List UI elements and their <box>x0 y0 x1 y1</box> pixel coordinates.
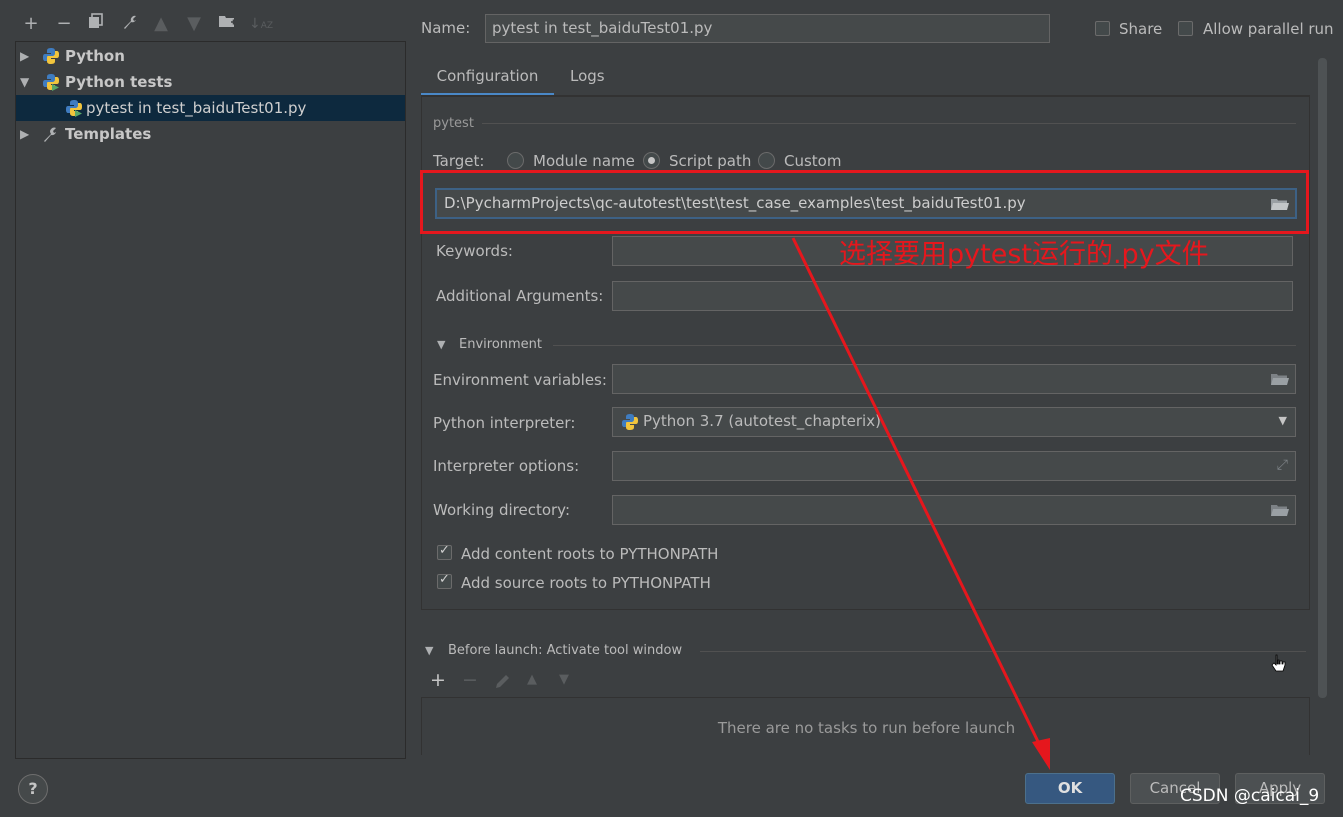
add-content-roots-label: Add content roots to PYTHONPATH <box>461 545 719 563</box>
tree-item-label: Templates <box>65 125 152 143</box>
copy-icon[interactable] <box>86 13 106 35</box>
tree-item-templates[interactable]: ▶ Templates <box>16 121 405 147</box>
chevron-down-icon[interactable]: ▼ <box>437 338 445 351</box>
section-divider <box>482 123 1296 124</box>
script-path-radio[interactable] <box>643 152 660 169</box>
module-name-label: Module name <box>533 152 635 170</box>
python-tests-icon <box>43 74 59 91</box>
move-up-icon[interactable]: ▲ <box>527 672 537 687</box>
tree-item-label: pytest in test_baiduTest01.py <box>86 99 307 117</box>
add-source-roots-label: Add source roots to PYTHONPATH <box>461 574 711 592</box>
scrollbar[interactable] <box>1318 58 1327 698</box>
tree-item-label: Python <box>65 47 125 65</box>
before-launch-title: Before launch: Activate tool window <box>448 643 683 658</box>
annotation-text: 选择要用pytest运行的.py文件 <box>839 239 1209 270</box>
tab-logs[interactable]: Logs <box>570 62 605 96</box>
target-label: Target: <box>433 152 485 170</box>
chevron-down-icon[interactable]: ▼ <box>425 644 433 657</box>
additional-arguments-label: Additional Arguments: <box>436 287 604 305</box>
pytest-config-icon <box>66 100 82 117</box>
environment-variables-field[interactable] <box>612 364 1296 394</box>
folder-add-icon[interactable] <box>217 13 237 35</box>
arrow-up-icon[interactable]: ▲ <box>151 13 171 35</box>
add-task-icon[interactable]: + <box>430 669 446 691</box>
custom-radio[interactable] <box>758 152 775 169</box>
pytest-section-title: pytest <box>433 116 474 131</box>
minus-icon[interactable]: − <box>54 13 74 35</box>
tree-item-python[interactable]: ▶ Python <box>16 43 405 69</box>
before-launch-task-list: There are no tasks to run before launch <box>421 697 1310 755</box>
additional-arguments-field[interactable] <box>612 281 1293 311</box>
chevron-right-icon[interactable]: ▶ <box>20 121 29 147</box>
add-source-roots-checkbox[interactable] <box>437 572 452 589</box>
remove-task-icon[interactable]: − <box>462 669 478 691</box>
sort-icon[interactable]: ↓AZ <box>249 13 273 37</box>
allow-parallel-checkbox[interactable] <box>1178 21 1193 36</box>
python-icon <box>43 48 59 64</box>
tab-label: Logs <box>570 67 605 85</box>
allow-parallel-label: Allow parallel run <box>1203 20 1334 38</box>
arrow-down-icon[interactable]: ▼ <box>184 13 204 35</box>
name-label: Name: <box>421 19 471 37</box>
cursor-icon <box>1271 654 1286 672</box>
tree-item-python-tests[interactable]: ▼ Python tests <box>16 69 405 95</box>
interpreter-options-field[interactable]: ⤢ <box>612 451 1296 481</box>
help-button[interactable]: ? <box>18 774 48 804</box>
working-directory-field[interactable] <box>612 495 1296 525</box>
share-label: Share <box>1119 20 1163 38</box>
run-config-tree: ▶ Python ▼ Python tests pytest in test_b… <box>15 41 406 759</box>
name-field[interactable]: pytest in test_baiduTest01.py <box>485 14 1050 43</box>
python-interpreter-select[interactable]: Python 3.7 (autotest_chapterix) ▼ <box>612 407 1296 437</box>
plus-icon[interactable]: + <box>21 13 41 35</box>
add-content-roots-checkbox[interactable] <box>437 543 452 560</box>
tab-label: Configuration <box>436 67 539 85</box>
expand-icon[interactable]: ⤢ <box>1277 452 1288 478</box>
working-directory-label: Working directory: <box>433 501 571 519</box>
section-divider <box>553 345 1296 346</box>
custom-label: Custom <box>784 152 842 170</box>
section-divider <box>700 651 1306 652</box>
watermark: CSDN @caicai_9 <box>1180 786 1320 806</box>
python-interpreter-label: Python interpreter: <box>433 414 576 432</box>
tree-item-pytest-config[interactable]: pytest in test_baiduTest01.py <box>16 95 405 121</box>
tab-configuration[interactable]: Configuration <box>421 62 554 96</box>
keywords-label: Keywords: <box>436 242 513 260</box>
chevron-down-icon[interactable]: ▼ <box>20 69 29 95</box>
environment-variables-label: Environment variables: <box>433 371 607 389</box>
folder-icon[interactable] <box>1271 504 1289 517</box>
chevron-right-icon[interactable]: ▶ <box>20 43 29 69</box>
ok-button[interactable]: OK <box>1025 773 1115 804</box>
python-icon <box>622 414 638 430</box>
environment-section-title: Environment <box>459 337 543 352</box>
empty-tasks-text: There are no tasks to run before launch <box>717 719 1016 737</box>
dropdown-arrow-icon[interactable]: ▼ <box>1279 408 1287 434</box>
script-path-label: Script path <box>669 152 752 170</box>
edit-task-icon[interactable] <box>494 672 512 690</box>
annotation-highlight-box <box>420 170 1309 234</box>
interpreter-options-label: Interpreter options: <box>433 457 580 475</box>
wrench-icon[interactable] <box>120 13 140 37</box>
python-interpreter-value: Python 3.7 (autotest_chapterix) <box>643 412 881 430</box>
tree-item-label: Python tests <box>65 73 173 91</box>
module-name-radio[interactable] <box>507 152 524 169</box>
share-checkbox[interactable] <box>1095 21 1110 36</box>
move-down-icon[interactable]: ▼ <box>559 672 569 687</box>
folder-icon[interactable] <box>1271 373 1289 386</box>
wrench-icon <box>44 127 56 142</box>
